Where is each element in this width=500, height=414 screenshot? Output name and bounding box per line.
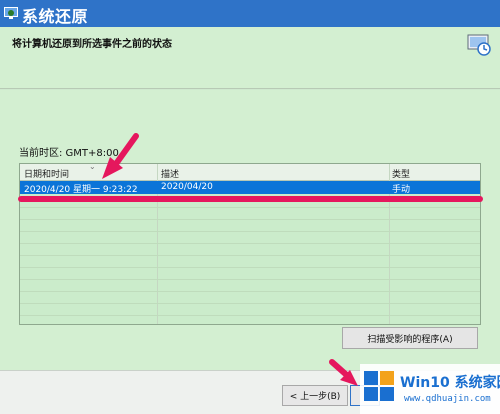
grid-line <box>20 255 480 256</box>
grid-line <box>20 303 480 304</box>
restore-points-table[interactable]: 日期和时间 ⌄ 描述 类型 2020/4/20 星期一 9:23:22 2020… <box>19 163 481 325</box>
row-description: 2020/04/20 <box>161 182 213 192</box>
column-type[interactable]: 类型 <box>392 167 410 180</box>
grid-line <box>20 267 480 268</box>
win10-logo-icon <box>364 371 394 401</box>
grid-line <box>20 231 480 232</box>
back-button[interactable]: < 上一步(B) <box>282 385 348 406</box>
sort-caret-icon: ⌄ <box>89 163 96 171</box>
site-watermark: Win10 系统家园 www.qdhuajin.com <box>360 364 500 414</box>
column-description[interactable]: 描述 <box>161 167 179 180</box>
scan-affected-programs-button[interactable]: 扫描受影响的程序(A) <box>342 327 478 349</box>
restore-clock-icon <box>467 34 491 56</box>
window-title: 系统还原 <box>22 7 89 26</box>
watermark-url: www.qdhuajin.com <box>404 394 491 404</box>
title-bar: 系统还原 <box>0 0 500 27</box>
table-row[interactable]: 2020/4/20 星期一 9:23:22 2020/04/20 手动 <box>20 181 480 195</box>
header-instruction: 将计算机还原到所选事件之前的状态 <box>12 39 172 50</box>
grid-line <box>20 243 480 244</box>
annotation-underline <box>18 196 483 202</box>
grid-line <box>20 279 480 280</box>
header-panel: 将计算机还原到所选事件之前的状态 <box>0 27 500 89</box>
grid-line <box>20 315 480 316</box>
grid-line <box>20 219 480 220</box>
system-restore-icon <box>4 7 18 19</box>
table-header: 日期和时间 ⌄ 描述 类型 <box>20 164 480 181</box>
column-datetime[interactable]: 日期和时间 <box>24 167 69 180</box>
grid-line <box>20 291 480 292</box>
watermark-title: Win10 系统家园 <box>400 375 500 391</box>
timezone-label: 当前时区: GMT+8:00 <box>19 148 119 159</box>
row-type: 手动 <box>392 185 411 195</box>
grid-line <box>20 207 480 208</box>
row-datetime: 2020/4/20 星期一 9:23:22 <box>24 185 138 195</box>
